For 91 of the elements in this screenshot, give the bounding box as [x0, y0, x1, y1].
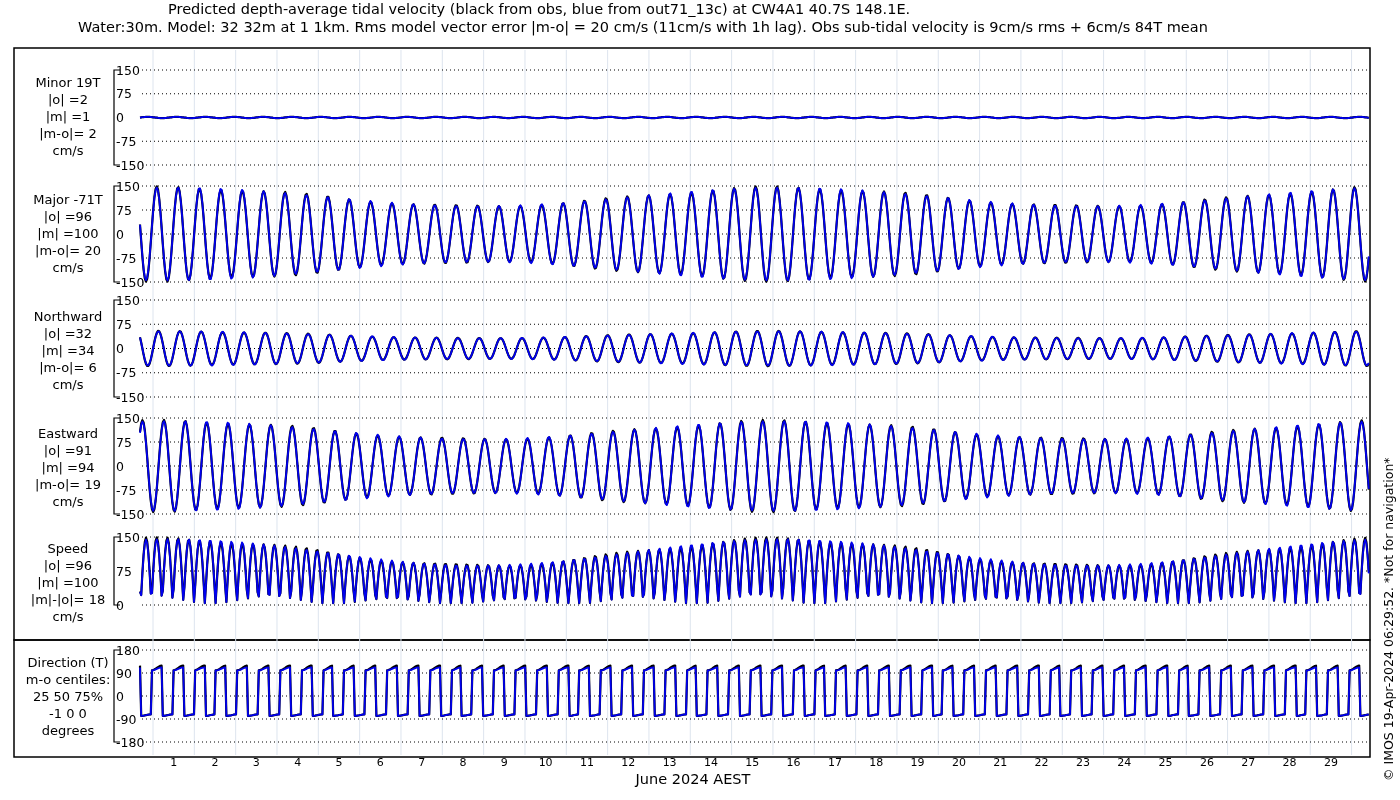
panel-label: |m-o|= 19 — [35, 477, 101, 492]
x-tick-label: 28 — [1282, 756, 1297, 769]
panel-label: |o| =96 — [43, 558, 93, 573]
y-tick-label: -150 — [116, 389, 145, 405]
panel-label: |m| =100 — [37, 226, 99, 241]
copyright-notice: © IMOS 19-Apr-2024 06:29:52. *Not for navigation* — [1381, 457, 1396, 781]
x-tick-label: 1 — [170, 756, 178, 769]
x-tick-label: 24 — [1117, 756, 1132, 769]
panel-label: |m| =94 — [41, 460, 95, 475]
y-tick-label: 0 — [116, 226, 124, 242]
y-tick-label: -75 — [116, 482, 137, 498]
x-tick-label: 27 — [1241, 756, 1256, 769]
x-tick-label: 13 — [662, 756, 677, 769]
chart-title: Water:30m. Model: 32 32m at 1 1km. Rms model vector error |m-o| = 20 cm/s (11cm/s with 1h lag). Obs sub-tidal velocity is 9cm/s rms + 6cm/s 84T mean — [78, 19, 1208, 35]
panel-label: |m| =1 — [45, 109, 91, 124]
panel-label: Direction (T) — [27, 655, 109, 670]
x-axis-title: June 2024 AEST — [635, 771, 751, 787]
x-tick-label: 16 — [786, 756, 801, 769]
y-tick-label: 150 — [116, 529, 140, 545]
y-tick-label: 150 — [116, 410, 140, 426]
y-tick-label: 75 — [116, 86, 132, 102]
x-tick-label: 18 — [869, 756, 884, 769]
panel-label: |m| =34 — [41, 343, 95, 358]
y-tick-label: -75 — [116, 365, 137, 381]
x-tick-label: 12 — [621, 756, 636, 769]
x-tick-label: 17 — [827, 756, 842, 769]
y-tick-label: -150 — [116, 157, 145, 173]
y-tick-label: 150 — [116, 178, 140, 194]
panel-label: cm/s — [52, 609, 84, 624]
x-tick-label: 2 — [211, 756, 219, 769]
x-tick-label: 15 — [745, 756, 760, 769]
chart-title: Predicted depth-average tidal velocity (black from obs, blue from out71_13c) at CW4A1 40.7S 148.1E. — [168, 1, 911, 17]
x-tick-label: 5 — [335, 756, 343, 769]
panel-label: Eastward — [38, 426, 98, 441]
x-tick-label: 22 — [1034, 756, 1049, 769]
y-tick-label: -75 — [116, 133, 137, 149]
y-tick-label: -75 — [116, 250, 137, 266]
y-tick-label: -150 — [116, 274, 145, 290]
panel-label: 25 50 75% — [32, 689, 104, 704]
x-tick-label: 23 — [1075, 756, 1090, 769]
panel-label: Northward — [33, 309, 103, 324]
panel-label: |o| =91 — [43, 443, 93, 458]
panel-label: |m|-|o|= 18 — [30, 592, 106, 607]
panel-label: |m-o|= 2 — [39, 126, 97, 141]
panel-label: degrees — [41, 723, 95, 738]
x-tick-label: 9 — [500, 756, 508, 769]
y-tick-label: 150 — [116, 62, 140, 78]
y-tick-label: 0 — [116, 597, 124, 613]
panel-label: cm/s — [52, 143, 84, 158]
x-tick-label: 6 — [376, 756, 384, 769]
x-tick-label: 20 — [951, 756, 966, 769]
x-tick-label: 11 — [579, 756, 594, 769]
x-tick-label: 25 — [1158, 756, 1173, 769]
x-tick-label: 14 — [703, 756, 718, 769]
y-tick-label: -150 — [116, 506, 145, 522]
panel-label: m-o centiles: — [25, 672, 111, 687]
x-tick-label: 21 — [993, 756, 1008, 769]
panel-label: |o| =96 — [43, 209, 93, 224]
x-tick-label: 19 — [910, 756, 925, 769]
panel-label: |m| =100 — [37, 575, 99, 590]
y-tick-label: 0 — [116, 458, 124, 474]
y-tick-label: 0 — [116, 688, 124, 704]
panel-label: cm/s — [52, 260, 84, 275]
panel-label: |o| =2 — [48, 92, 88, 107]
x-tick-label: 10 — [538, 756, 553, 769]
panel-label: cm/s — [52, 494, 84, 509]
y-tick-label: -180 — [116, 734, 145, 750]
y-tick-label: 75 — [116, 434, 132, 450]
x-tick-label: 7 — [418, 756, 426, 769]
y-tick-label: 0 — [116, 341, 124, 356]
panel-label: Major -71T — [33, 192, 103, 207]
panel-label: |o| =32 — [43, 326, 93, 341]
x-tick-label: 3 — [252, 756, 260, 769]
y-tick-label: 180 — [116, 642, 140, 658]
x-tick-label: 4 — [294, 756, 302, 769]
x-tick-label: 29 — [1323, 756, 1338, 769]
y-tick-label: 75 — [116, 316, 132, 332]
y-tick-label: 0 — [116, 110, 124, 125]
x-tick-label: 8 — [459, 756, 467, 769]
panel-label: Minor 19T — [35, 75, 101, 90]
panel-label: -1 0 0 — [49, 706, 87, 721]
panel-label: Speed — [47, 541, 89, 556]
panel-label: |m-o|= 6 — [39, 360, 97, 375]
panel-label: cm/s — [52, 377, 84, 392]
panel-label: |m-o|= 20 — [35, 243, 101, 258]
y-tick-label: 75 — [116, 563, 132, 579]
y-tick-label: -90 — [116, 711, 137, 727]
x-tick-label: 26 — [1199, 756, 1214, 769]
y-tick-label: 75 — [116, 202, 132, 218]
y-tick-label: 90 — [116, 665, 132, 681]
y-tick-label: 150 — [116, 292, 140, 308]
